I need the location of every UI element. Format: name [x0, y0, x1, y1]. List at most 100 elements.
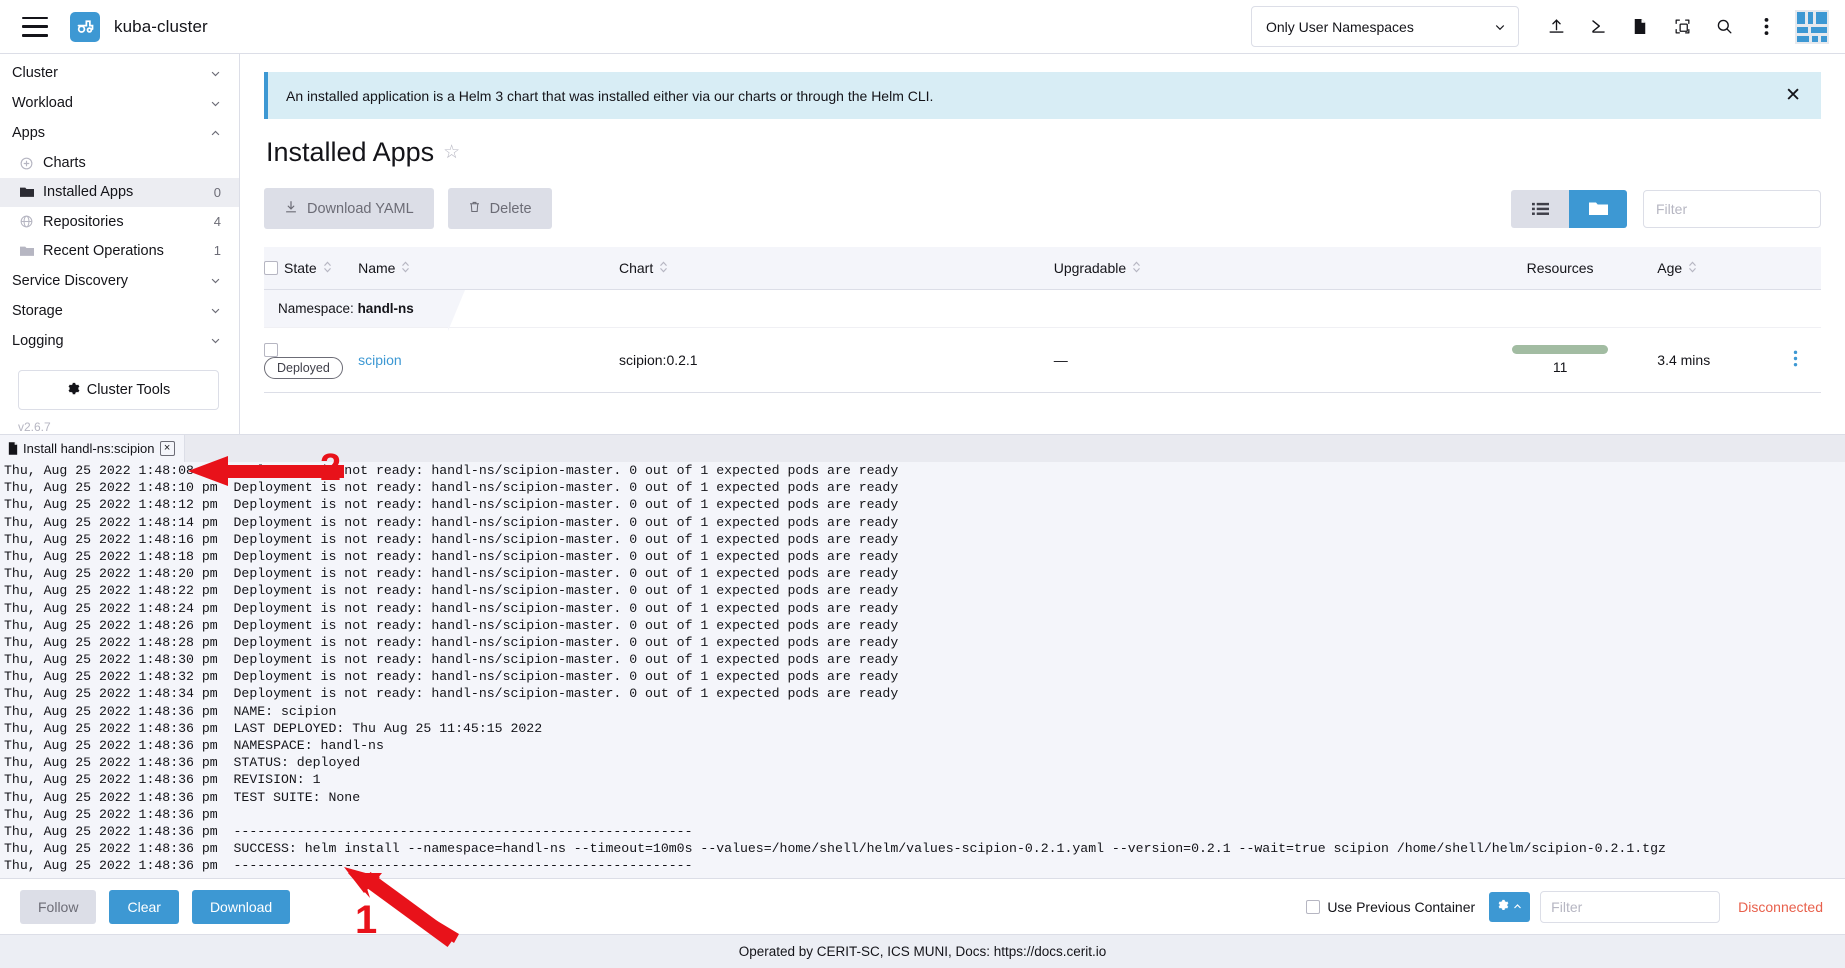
log-line-timestamp: Thu, Aug 25 2022 1:48:24 pm [4, 601, 234, 616]
docs-icon[interactable] [1619, 6, 1661, 48]
follow-button[interactable]: Follow [20, 890, 96, 924]
sidebar-group-logging[interactable]: Logging [0, 326, 239, 356]
body-row: Cluster Workload Apps Charts [0, 54, 1845, 434]
sidebar-item-installed-apps-count: 0 [214, 185, 221, 200]
log-line-message: REVISION: 1 [234, 772, 321, 787]
sidebar-item-recent-operations[interactable]: Recent Operations 1 [0, 236, 239, 265]
sort-icon[interactable] [323, 260, 332, 276]
sidebar-group-cluster[interactable]: Cluster [0, 58, 239, 88]
select-all-checkbox[interactable] [264, 261, 278, 275]
sidebar-item-charts[interactable]: Charts [0, 149, 239, 178]
log-line-timestamp: Thu, Aug 25 2022 1:48:16 pm [4, 532, 234, 547]
log-tab-bar: Install handl-ns:scipion × [0, 435, 1845, 462]
download-logs-button[interactable]: Download [192, 890, 290, 924]
log-line-timestamp: Thu, Aug 25 2022 1:48:20 pm [4, 566, 234, 581]
plus-circle-icon [20, 157, 37, 170]
footer-text: Operated by CERIT-SC, ICS MUNI, Docs: ht… [739, 944, 1107, 959]
sort-icon[interactable] [401, 260, 410, 276]
log-line-message: ----------------------------------------… [234, 824, 693, 839]
sidebar-group-workload-label: Workload [12, 95, 210, 111]
info-banner-text: An installed application is a Helm 3 cha… [286, 88, 1781, 104]
sort-icon[interactable] [1688, 260, 1697, 276]
log-line-message: Deployment is not ready: handl-ns/scipio… [234, 480, 899, 495]
log-line-timestamp: Thu, Aug 25 2022 1:48:36 pm [4, 807, 234, 822]
star-outline-icon[interactable]: ☆ [443, 141, 460, 164]
rancher-logo-icon[interactable] [70, 12, 100, 42]
sidebar-item-repositories[interactable]: Repositories 4 [0, 207, 239, 236]
log-line: Thu, Aug 25 2022 1:48:22 pm Deployment i… [4, 582, 1845, 599]
log-line: Thu, Aug 25 2022 1:48:18 pm Deployment i… [4, 548, 1845, 565]
log-line-message: Deployment is not ready: handl-ns/scipio… [234, 549, 899, 564]
user-avatar[interactable] [1795, 10, 1829, 44]
list-view-icon[interactable] [1511, 190, 1569, 228]
overflow-menu-icon[interactable] [1745, 6, 1787, 48]
log-line-message: STATUS: deployed [234, 755, 361, 770]
table-header-resources-label: Resources [1527, 260, 1594, 276]
log-line-message: Deployment is not ready: handl-ns/scipio… [234, 497, 899, 512]
folder-view-icon[interactable] [1569, 190, 1627, 228]
cluster-name-label: kuba-cluster [114, 17, 208, 37]
sidebar-group-storage[interactable]: Storage [0, 296, 239, 326]
sidebar-group-workload[interactable]: Workload [0, 88, 239, 118]
sidebar-item-installed-apps[interactable]: Installed Apps 0 [0, 178, 239, 207]
close-icon[interactable]: ✕ [1781, 86, 1805, 105]
search-icon[interactable] [1703, 6, 1745, 48]
row-actions-icon[interactable] [1793, 351, 1798, 372]
log-line-message: Deployment is not ready: handl-ns/scipio… [234, 532, 899, 547]
log-filter-input[interactable] [1540, 891, 1720, 923]
row-resources-cell: 11 [1463, 328, 1657, 393]
log-line: Thu, Aug 25 2022 1:48:36 pm ------------… [4, 857, 1845, 874]
log-line: Thu, Aug 25 2022 1:48:24 pm Deployment i… [4, 600, 1845, 617]
log-line-timestamp: Thu, Aug 25 2022 1:48:36 pm [4, 790, 234, 805]
hamburger-menu-icon[interactable] [22, 17, 48, 37]
namespace-group-tab[interactable]: Namespace: handl-ns [264, 290, 448, 327]
log-line-timestamp: Thu, Aug 25 2022 1:48:32 pm [4, 669, 234, 684]
download-yaml-button[interactable]: Download YAML [264, 188, 434, 229]
page-title: Installed Apps [266, 137, 434, 168]
log-output[interactable]: Thu, Aug 25 2022 1:48:08 pm Deployment i… [0, 462, 1845, 878]
log-line-message: Deployment is not ready: handl-ns/scipio… [234, 566, 899, 581]
globe-icon [20, 215, 37, 228]
delete-button[interactable]: Delete [448, 188, 552, 229]
trash-icon [468, 200, 481, 218]
copy-kubeconfig-icon[interactable] [1661, 6, 1703, 48]
sidebar-group-storage-label: Storage [12, 303, 210, 319]
log-line-message: Deployment is not ready: handl-ns/scipio… [234, 669, 899, 684]
log-tab-close-button[interactable]: × [160, 441, 175, 456]
use-previous-container-checkbox[interactable] [1306, 900, 1320, 914]
clear-button[interactable]: Clear [109, 890, 178, 924]
log-line-timestamp: Thu, Aug 25 2022 1:48:36 pm [4, 858, 234, 873]
row-name-cell: scipion [358, 328, 619, 393]
import-yaml-icon[interactable] [1535, 6, 1577, 48]
log-line-timestamp: Thu, Aug 25 2022 1:48:22 pm [4, 583, 234, 598]
log-line-message: Deployment is not ready: handl-ns/scipio… [234, 463, 899, 478]
folder-icon [20, 186, 37, 198]
table-row[interactable]: Deployed scipion scipion:0.2.1 — 11 3.4 … [264, 328, 1821, 393]
sidebar-group-service-discovery[interactable]: Service Discovery [0, 266, 239, 296]
log-line: Thu, Aug 25 2022 1:48:30 pm Deployment i… [4, 651, 1845, 668]
namespace-filter-dropdown[interactable]: Only User Namespaces [1251, 6, 1519, 47]
sort-icon[interactable] [1132, 260, 1141, 276]
row-select-checkbox[interactable] [264, 343, 278, 357]
log-tab-install[interactable]: Install handl-ns:scipion × [0, 435, 185, 462]
resources-bar [1512, 345, 1608, 354]
log-line-message: Deployment is not ready: handl-ns/scipio… [234, 618, 899, 633]
chevron-down-icon [1494, 21, 1506, 33]
filter-input[interactable] [1643, 190, 1821, 228]
row-chart-cell: scipion:0.2.1 [619, 328, 1054, 393]
view-toggle-group [1511, 190, 1627, 228]
gear-icon [1497, 899, 1509, 914]
log-line-timestamp: Thu, Aug 25 2022 1:48:12 pm [4, 497, 234, 512]
cluster-tools-button[interactable]: Cluster Tools [18, 370, 219, 410]
sidebar-group-apps[interactable]: Apps [0, 118, 239, 148]
log-line-timestamp: Thu, Aug 25 2022 1:48:36 pm [4, 755, 234, 770]
log-line: Thu, Aug 25 2022 1:48:08 pm Deployment i… [4, 462, 1845, 479]
sort-icon[interactable] [659, 260, 668, 276]
log-line-message: TEST SUITE: None [234, 790, 361, 805]
log-settings-button[interactable] [1489, 892, 1530, 922]
app-name-link[interactable]: scipion [358, 352, 402, 368]
use-previous-container-toggle[interactable]: Use Previous Container [1306, 899, 1475, 915]
namespace-filter-value: Only User Namespaces [1266, 19, 1494, 35]
chevron-down-icon [210, 335, 221, 346]
kubectl-shell-icon[interactable] [1577, 6, 1619, 48]
